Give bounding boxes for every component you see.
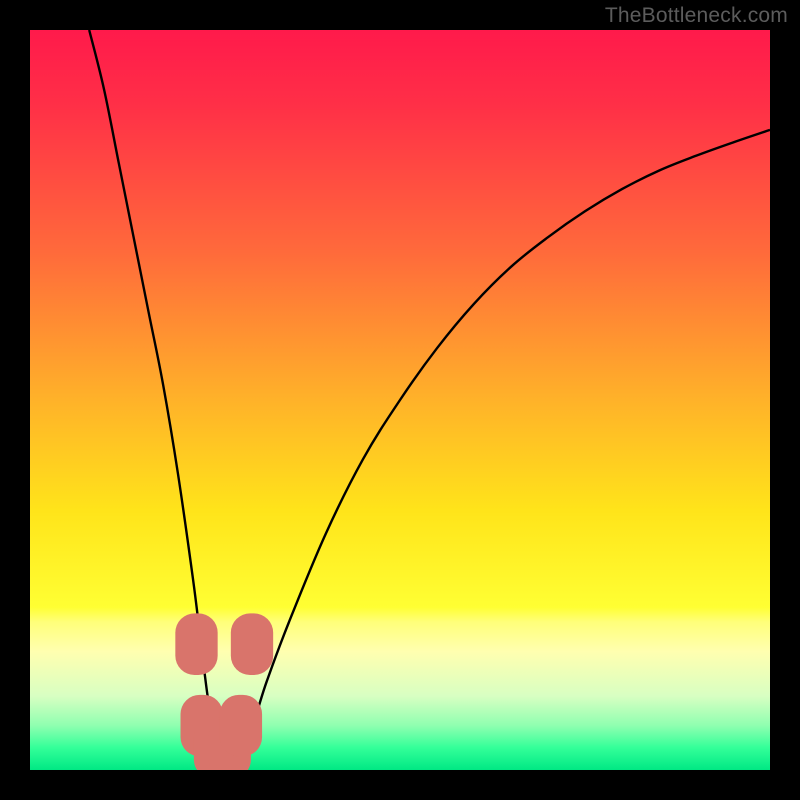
watermark-text: TheBottleneck.com — [605, 4, 788, 28]
bottleneck-chart — [30, 30, 770, 770]
curve-marker — [231, 613, 273, 675]
curve-marker — [175, 613, 217, 675]
curve-marker — [220, 695, 262, 757]
chart-frame — [30, 30, 770, 770]
